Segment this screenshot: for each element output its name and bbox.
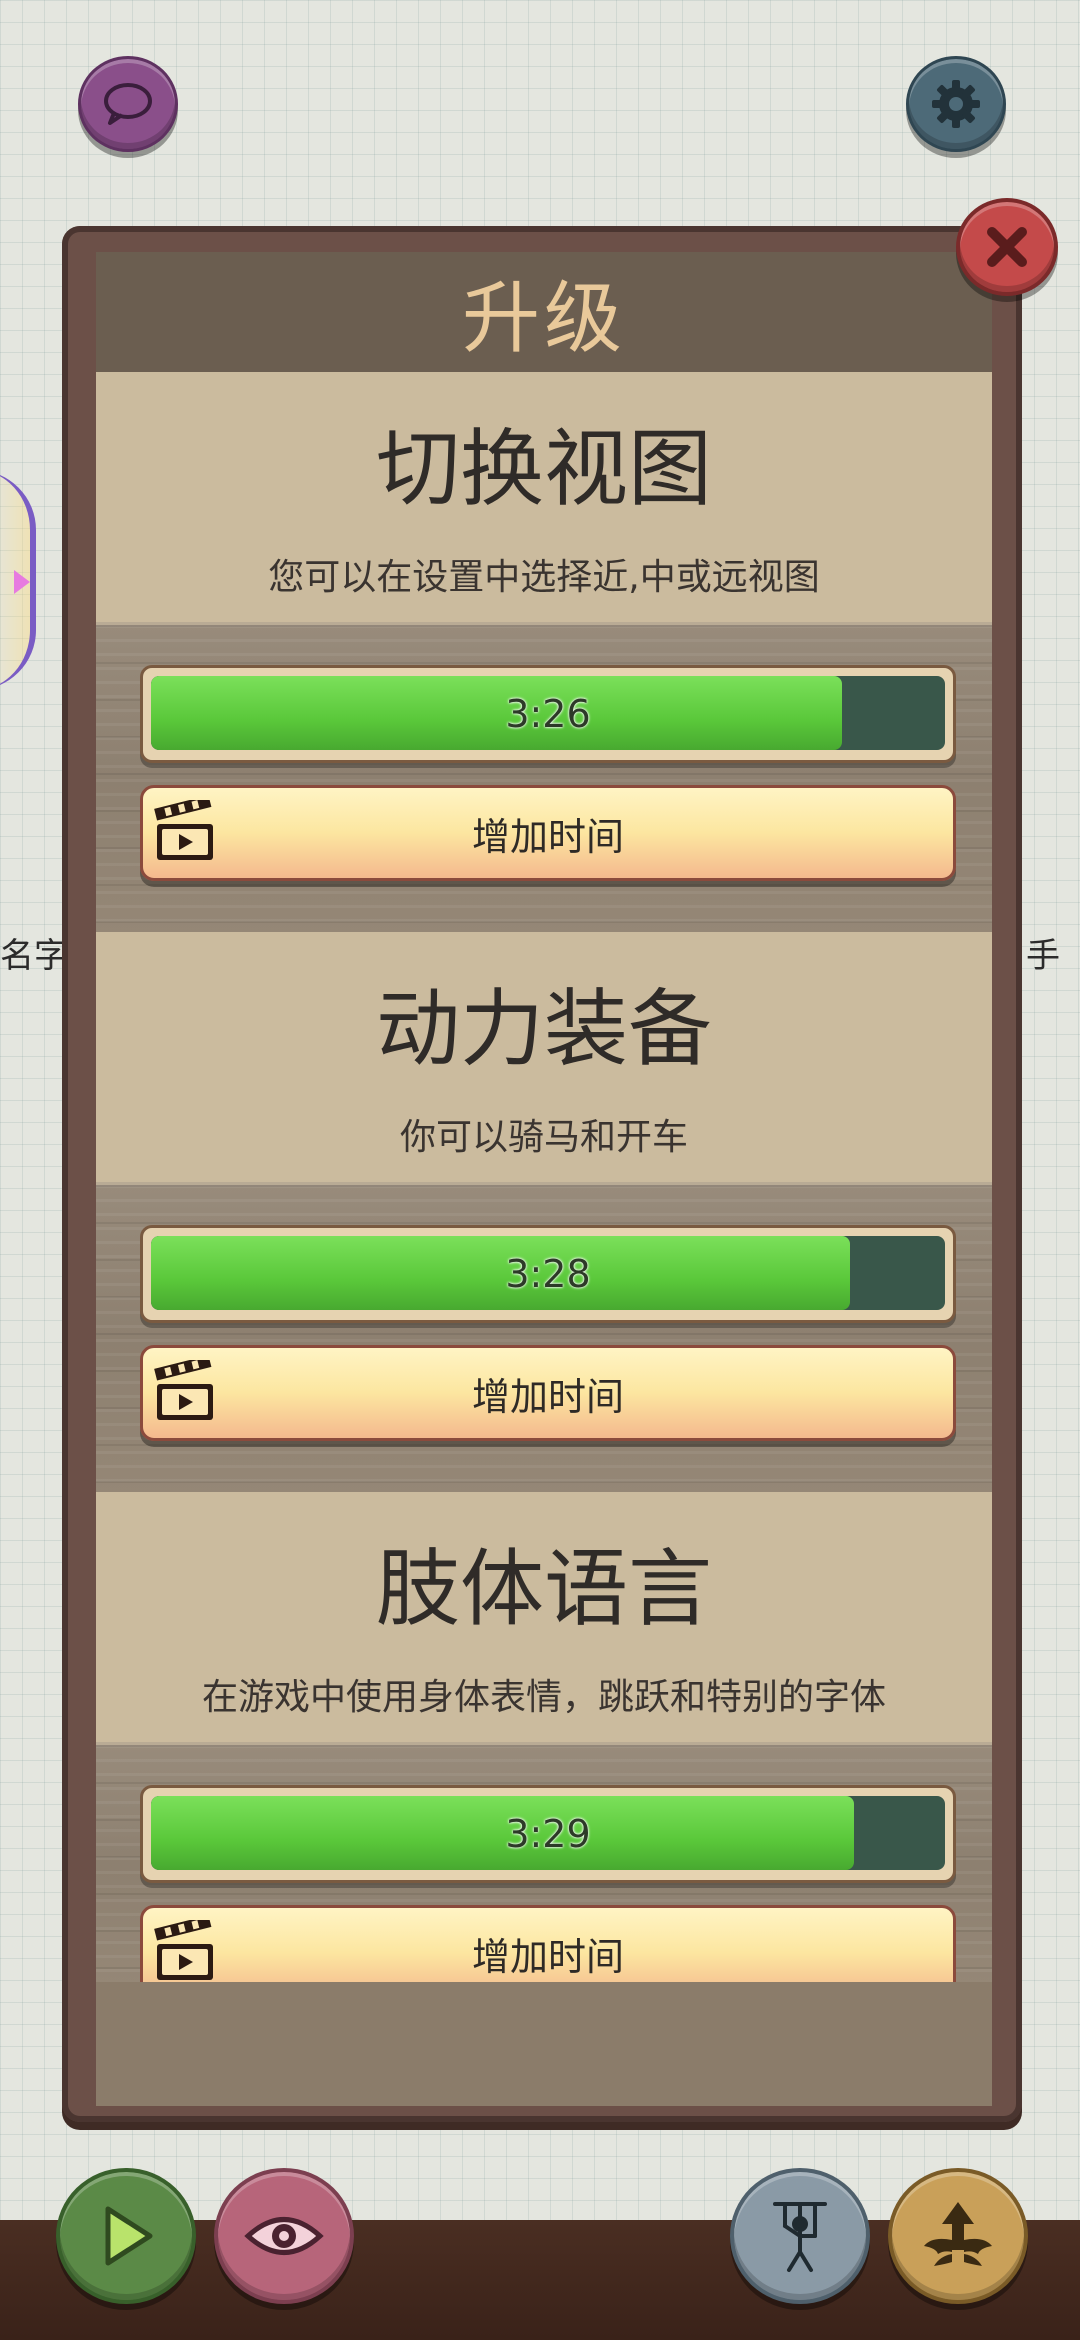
feature-title: 切换视图 [375, 420, 712, 518]
side-drawer-arrow-icon [14, 570, 30, 594]
upgrade-dialog: 升级 切换视图 您可以在设置中选择近,中或远视图 3:26 增加时间 动力装备 … [96, 252, 992, 2106]
feature-action-panel: 3:28 增加时间 [96, 1182, 992, 1501]
feature-card: 切换视图 您可以在设置中选择近,中或远视图 3:26 增加时间 [96, 372, 992, 941]
feature-title: 动力装备 [375, 980, 712, 1078]
feature-description: 你可以骑马和开车 [399, 1117, 688, 1158]
background-hand-label: 手 [1026, 936, 1060, 976]
dialog-footer [96, 1982, 992, 2106]
timer-progress-bar: 3:26 [140, 665, 956, 763]
feature-action-panel: 3:26 增加时间 [96, 622, 992, 941]
feature-description-area: 肢体语言 在游戏中使用身体表情，跳跃和特别的字体 [96, 1492, 992, 1742]
timer-progress-bar: 3:28 [140, 1225, 956, 1323]
close-icon [987, 227, 1027, 267]
feature-description-area: 切换视图 您可以在设置中选择近,中或远视图 [96, 372, 992, 622]
timer-text: 3:29 [505, 1812, 591, 1856]
puppet-button[interactable] [730, 2168, 870, 2304]
timer-text: 3:28 [505, 1252, 591, 1296]
feature-card: 动力装备 你可以骑马和开车 3:28 增加时间 [96, 932, 992, 1501]
add-time-label: 增加时间 [471, 814, 624, 859]
chat-bubble-icon [104, 83, 152, 125]
puppet-icon [773, 2202, 827, 2272]
chat-button[interactable] [78, 56, 178, 152]
close-button[interactable] [956, 198, 1058, 296]
feature-action-panel: 3:29 增加时间 [96, 1742, 992, 2001]
add-time-label: 增加时间 [471, 1374, 624, 1419]
feature-title: 肢体语言 [375, 1540, 712, 1638]
eye-icon [244, 2217, 324, 2255]
dialog-header: 升级 [96, 252, 992, 372]
play-button[interactable] [56, 2168, 196, 2304]
add-time-button[interactable]: 增加时间 [140, 785, 956, 881]
settings-button[interactable] [906, 56, 1006, 152]
upgrade-button[interactable] [888, 2168, 1028, 2304]
gear-icon [932, 80, 980, 128]
dialog-title: 升级 [461, 274, 626, 364]
feature-card: 肢体语言 在游戏中使用身体表情，跳跃和特别的字体 3:29 增加时间 [96, 1492, 992, 2052]
timer-progress-bar: 3:29 [140, 1785, 956, 1883]
feature-description: 您可以在设置中选择近,中或远视图 [268, 557, 820, 598]
view-button[interactable] [214, 2168, 354, 2304]
play-icon [105, 2206, 153, 2266]
background-name-label: 名字 [0, 936, 68, 976]
feature-description-area: 动力装备 你可以骑马和开车 [96, 932, 992, 1182]
add-time-button[interactable]: 增加时间 [140, 1345, 956, 1441]
timer-text: 3:26 [505, 692, 591, 736]
feature-description: 在游戏中使用身体表情，跳跃和特别的字体 [201, 1677, 886, 1718]
winged-arrow-up-icon [924, 2202, 992, 2266]
